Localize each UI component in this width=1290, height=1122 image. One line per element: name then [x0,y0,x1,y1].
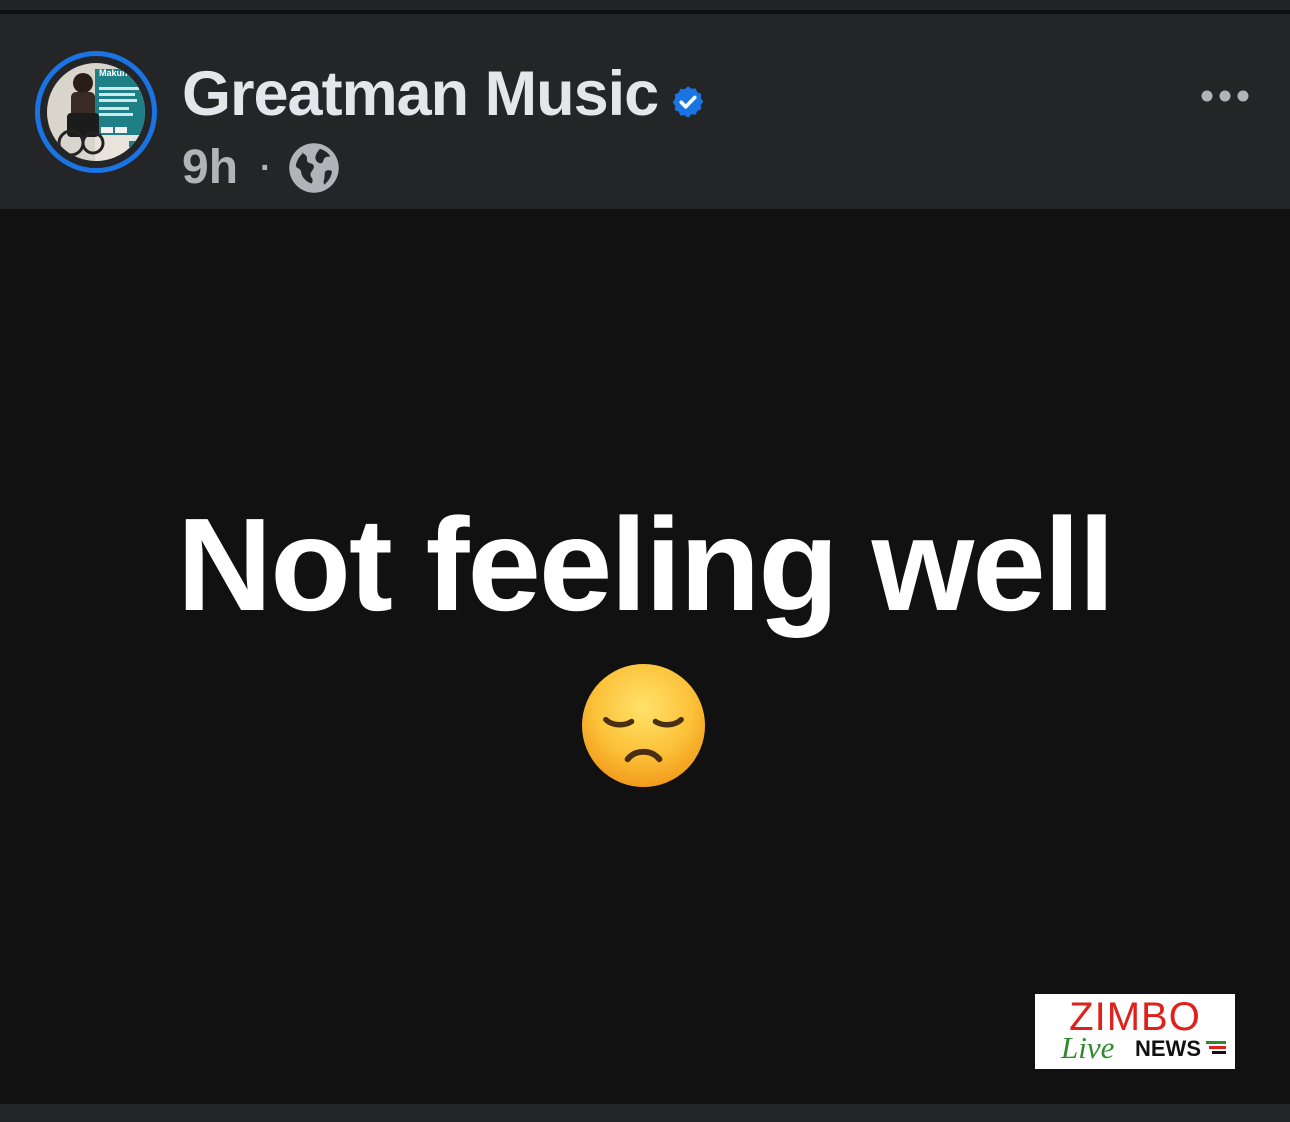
avatar-picture: Makun Kuvanho [47,63,145,161]
bottom-strip [0,1104,1290,1122]
more-options-icon [1201,90,1249,102]
post-header: Makun Kuvanho Greatman Music 9h · [0,14,1290,209]
verified-badge-icon [672,86,704,118]
watermark-live: Live [1061,1030,1115,1065]
more-options-button[interactable] [1192,76,1258,116]
avatar-title: Makun Kuvanho [99,68,145,78]
avatar-image: Makun Kuvanho [47,63,145,161]
post-content: Not feeling well ZIMBO Live NEWS [0,209,1290,1104]
top-strip [0,0,1290,10]
page-name-row: Greatman Music [182,54,706,134]
watermark-logo: ZIMBO Live NEWS [1035,994,1235,1069]
disappointed-face-emoji [581,663,706,788]
watermark-news: NEWS [1135,1036,1201,1061]
post-meta: 9h · [182,138,341,198]
globe-icon[interactable] [287,141,341,195]
meta-separator: · [260,148,272,187]
post-text: Not feeling well [176,491,1115,638]
flag-stripes-icon [1206,1041,1226,1054]
timestamp[interactable]: 9h [182,144,238,192]
page-name[interactable]: Greatman Music [182,62,659,126]
avatar[interactable]: Makun Kuvanho [35,51,157,173]
